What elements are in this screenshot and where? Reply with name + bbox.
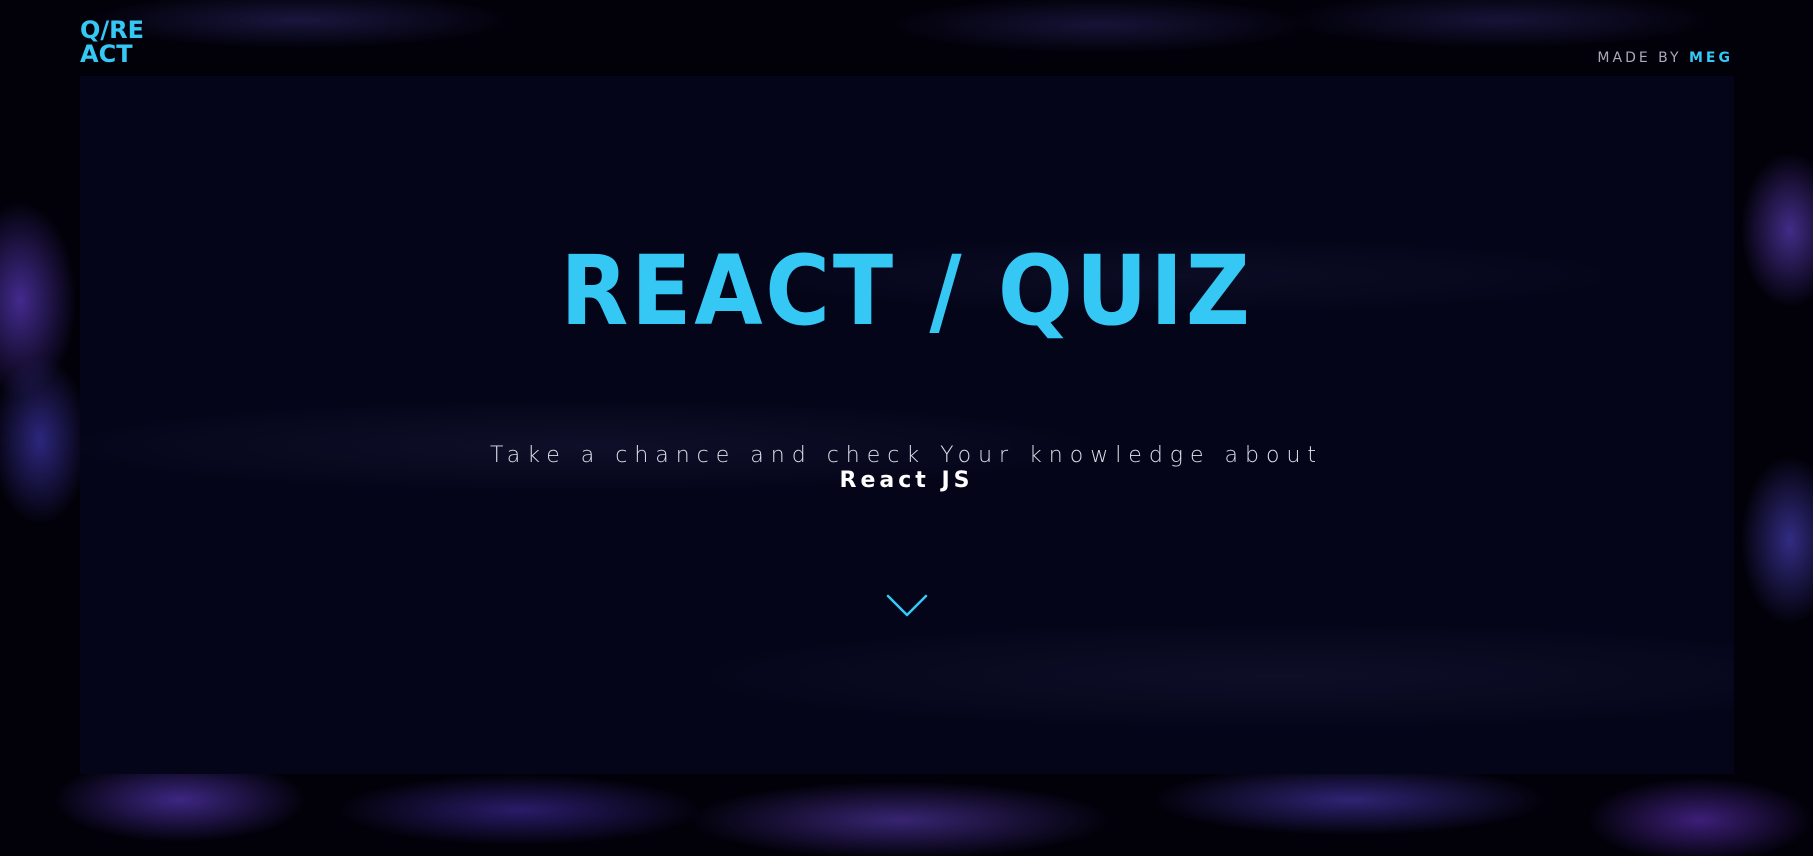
hero-subject: React JS — [839, 468, 974, 493]
page-background: Q/RE ACT MADE BY MEG REACT / QUIZ Take a… — [0, 0, 1813, 856]
logo-line-1: Q/RE — [80, 16, 145, 44]
page-title: REACT / QUIZ — [560, 235, 1253, 347]
hero-tagline: Take a chance and check Your knowledge a… — [489, 443, 1324, 468]
credit-prefix: MADE BY — [1597, 50, 1682, 66]
hero-panel — [80, 76, 1734, 774]
chevron-down-icon — [886, 594, 928, 617]
logo[interactable]: Q/RE ACT — [80, 18, 150, 66]
made-by-credit: MADE BY MEG — [1597, 50, 1733, 66]
credit-author-link[interactable]: MEG — [1689, 50, 1733, 66]
logo-line-2: ACT — [80, 40, 133, 68]
scroll-down-button[interactable] — [886, 594, 928, 618]
